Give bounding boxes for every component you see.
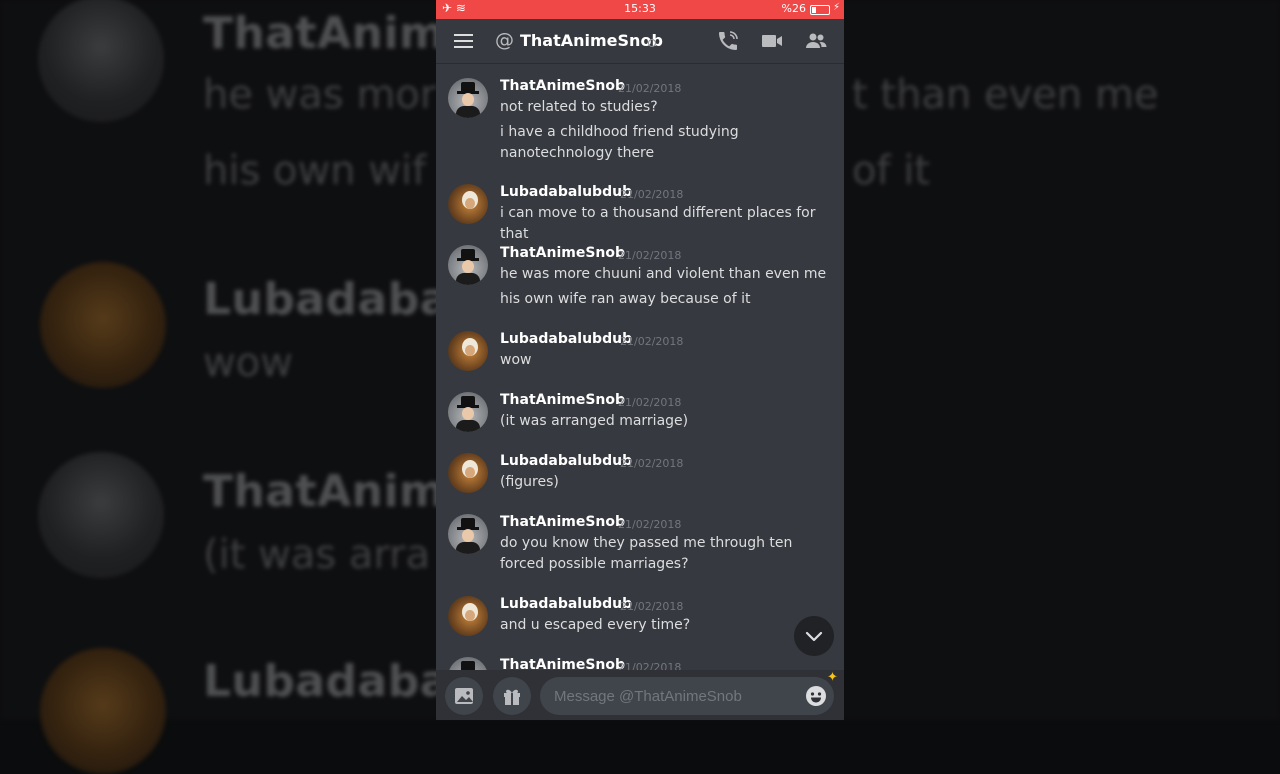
members-icon[interactable] (804, 29, 828, 53)
avatar[interactable] (448, 514, 488, 554)
video-call-icon[interactable] (760, 29, 784, 53)
message-date: 21/02/2018 (618, 82, 682, 95)
message-text: i have a childhood friend studying nanot… (500, 124, 739, 161)
bg-avatar-snob (38, 452, 164, 578)
author-name[interactable]: ThatAnimeSnob (500, 657, 625, 670)
bg-author-name: ThatAnime (203, 466, 476, 517)
avatar[interactable] (448, 657, 488, 670)
channel-title[interactable]: ThatAnimeSnob (520, 31, 663, 50)
avatar[interactable] (448, 331, 488, 371)
avatar[interactable] (448, 596, 488, 636)
message-date: 21/02/2018 (618, 661, 682, 670)
message-date: 21/02/2018 (620, 335, 684, 348)
bg-message-text: t than even me (852, 72, 1159, 118)
battery-icon (810, 5, 830, 15)
message-text: not related to studies? (500, 99, 658, 115)
gift-button[interactable] (493, 677, 531, 715)
message-text: (figures) (500, 474, 559, 490)
bg-message-text: he was mor (203, 72, 437, 118)
bg-avatar-luba (40, 648, 166, 774)
author-name[interactable]: Lubadabalubdub (500, 596, 632, 612)
message-date: 21/02/2018 (620, 600, 684, 613)
message-text: i can move to a thousand different place… (500, 205, 816, 242)
message-text: his own wife ran away because of it (500, 291, 751, 307)
message-text: do you know they passed me through ten f… (500, 535, 793, 572)
bg-message-text: his own wif (203, 148, 427, 194)
offline-status-icon (648, 39, 656, 47)
message-text: he was more chuuni and violent than even… (500, 266, 827, 282)
image-icon (455, 688, 473, 704)
author-name[interactable]: ThatAnimeSnob (500, 392, 625, 408)
emoji-icon[interactable] (804, 684, 828, 708)
charging-icon: ⚡ (832, 2, 840, 13)
message-input[interactable] (540, 677, 834, 715)
attach-image-button[interactable] (445, 677, 483, 715)
author-name[interactable]: Lubadabalubdub (500, 453, 632, 469)
message-date: 21/02/2018 (618, 518, 682, 531)
author-name[interactable]: Lubadabalubdub (500, 331, 632, 347)
author-name[interactable]: ThatAnimeSnob (500, 78, 625, 94)
avatar[interactable] (448, 392, 488, 432)
message-text: and u escaped every time? (500, 617, 691, 633)
bg-message-text: wow (203, 340, 293, 386)
author-name[interactable]: Lubadabalubdub (500, 184, 632, 200)
avatar[interactable] (448, 453, 488, 493)
chevron-down-icon (805, 631, 823, 642)
avatar[interactable] (448, 78, 488, 118)
gift-icon (504, 689, 520, 705)
sparkle-icon: ✦ (827, 670, 838, 685)
message-text: (it was arranged marriage) (500, 413, 689, 429)
bg-avatar-luba (40, 262, 166, 388)
status-bar: ✈ ≋ 15:33 %26 ⚡ (436, 0, 844, 19)
phone-screen: ✈ ≋ 15:33 %26 ⚡ @ ThatAnimeSnob ThatAnim… (436, 0, 844, 720)
message-composer: ✦ (436, 670, 844, 720)
at-icon: @ (495, 29, 514, 51)
message-list[interactable]: ThatAnimeSnob 21/02/2018 not related to … (436, 64, 844, 670)
author-name[interactable]: ThatAnimeSnob (500, 245, 625, 261)
message-text: wow (500, 352, 532, 368)
battery-percent: %26 (781, 2, 806, 15)
message-date: 21/02/2018 (620, 188, 684, 201)
bg-avatar-snob (38, 0, 164, 122)
voice-call-icon[interactable] (716, 29, 740, 53)
avatar[interactable] (448, 245, 488, 285)
menu-icon[interactable] (454, 34, 473, 48)
chat-header: @ ThatAnimeSnob (436, 19, 844, 64)
message-date: 21/02/2018 (618, 249, 682, 262)
author-name[interactable]: ThatAnimeSnob (500, 514, 625, 530)
jump-to-bottom-button[interactable] (794, 616, 834, 656)
message-date: 21/02/2018 (618, 396, 682, 409)
bg-message-text: of it (852, 148, 931, 194)
bg-message-text: (it was arra (203, 532, 431, 578)
avatar[interactable] (448, 184, 488, 224)
message-date: 21/02/2018 (620, 457, 684, 470)
